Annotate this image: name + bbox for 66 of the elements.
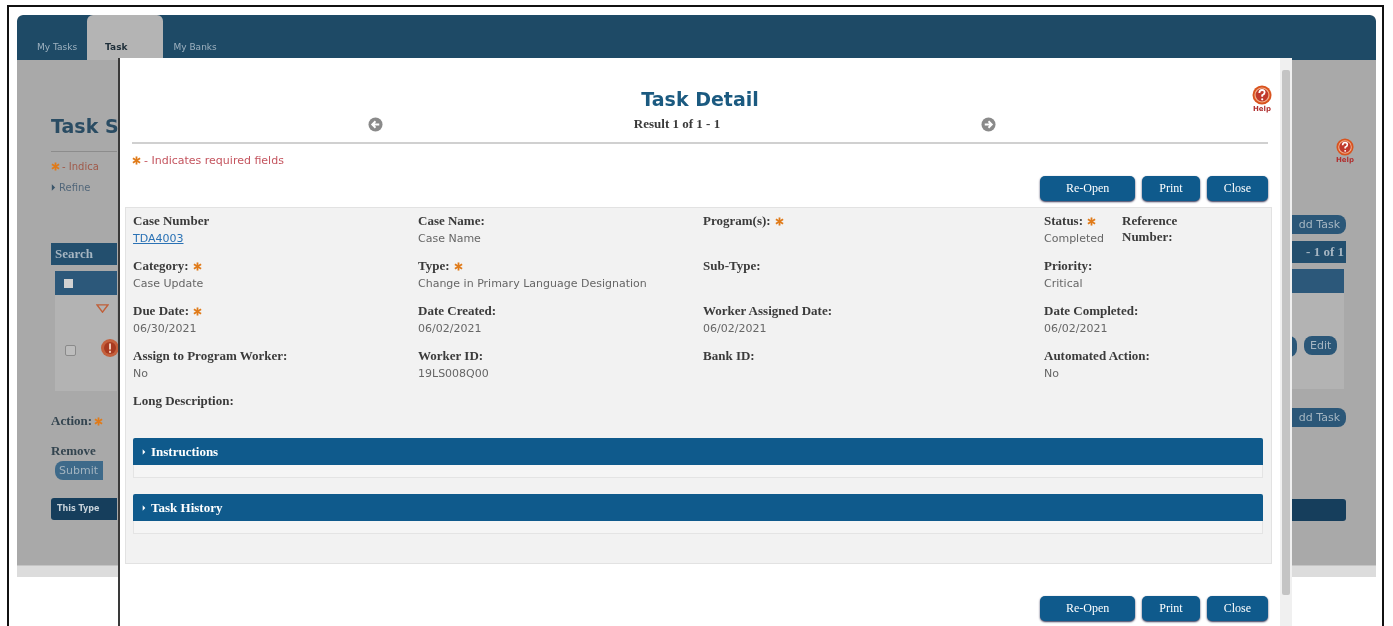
field-value: 06/02/2021 [1044,322,1109,335]
field-value: 06/02/2021 [703,322,768,335]
search-header: Search [51,243,117,265]
action-button[interactable]: Print [1142,596,1200,621]
action-button[interactable]: Close [1206,596,1268,621]
required-icon [132,156,141,165]
case-number-link[interactable]: TDA4003 [133,232,210,245]
field-value: Completed [1044,232,1104,245]
help-icon[interactable] [1336,138,1354,156]
alert-icon [100,338,120,358]
action-label: Action: [51,413,93,429]
page-title: Task S [51,115,119,137]
required-note: - Indicates required fields [144,154,284,167]
field-value: 19LS008Q00 [418,367,489,380]
field-label: Long Description: [133,393,234,409]
field-label: Worker Assigned Date: [703,303,833,319]
tab[interactable]: My Banks [163,15,227,60]
field-value: Case Update [133,277,204,290]
field-label: Automated Action: [1044,348,1150,364]
field-label: Case Number [133,213,210,229]
field-label: Date Created: [418,303,497,319]
info-bar: This Type [51,498,117,520]
field-label: Sub-Type: [703,258,761,274]
field-label: Type: [418,258,450,274]
section-title: Instructions [151,443,219,460]
field-label: Program(s): [703,213,771,229]
field-value: Change in Primary Language Designation [418,277,647,290]
action-button[interactable]: Print [1142,176,1200,201]
field-value: 06/02/2021 [418,322,483,335]
field-label: Reference Number: [1122,213,1179,245]
section-header[interactable]: Task History [133,494,1263,521]
section-title: Task History [151,499,223,516]
field-label: Bank ID: [703,348,755,364]
vertical-scrollbar[interactable] [1280,58,1292,626]
tab[interactable]: Task [87,15,164,60]
filter-icon[interactable] [96,304,109,313]
action-button[interactable]: Re-Open [1040,176,1136,201]
field-label: Assign to Program Worker: [133,348,288,364]
tab[interactable]: My Tasks [27,15,88,60]
next-icon[interactable] [981,116,996,132]
section-header[interactable]: Instructions [133,438,1263,465]
field-label: Date Completed: [1044,303,1139,319]
result-count: Result 1 of 1 - 1 [633,116,721,132]
select-all-checkbox[interactable] [64,278,73,288]
required-icon [51,162,60,171]
field-value: No [1044,367,1060,380]
edit-button[interactable]: Edit [1304,336,1338,355]
help-icon[interactable] [1252,85,1272,105]
field-label: Case Name: [418,213,485,229]
action-button[interactable]: Close [1206,176,1268,201]
field-label: Worker ID: [418,348,484,364]
dialog-title: Task Detail [641,88,759,110]
previous-icon[interactable] [368,116,383,132]
row-checkbox[interactable] [65,345,76,356]
field-label: Status: [1044,213,1083,229]
field-label: Priority: [1044,258,1093,274]
required-note: - Indica [62,161,99,172]
action-button[interactable]: Re-Open [1040,596,1136,621]
remove-label: Remove [51,443,96,459]
field-value: 06/30/2021 [133,322,198,335]
caret-icon [51,184,56,191]
field-value: Critical [1044,277,1084,290]
field-label: Due Date: [133,303,189,319]
field-value: No [133,367,149,380]
field-value: Case Name [418,232,482,245]
field-label: Category: [133,258,189,274]
